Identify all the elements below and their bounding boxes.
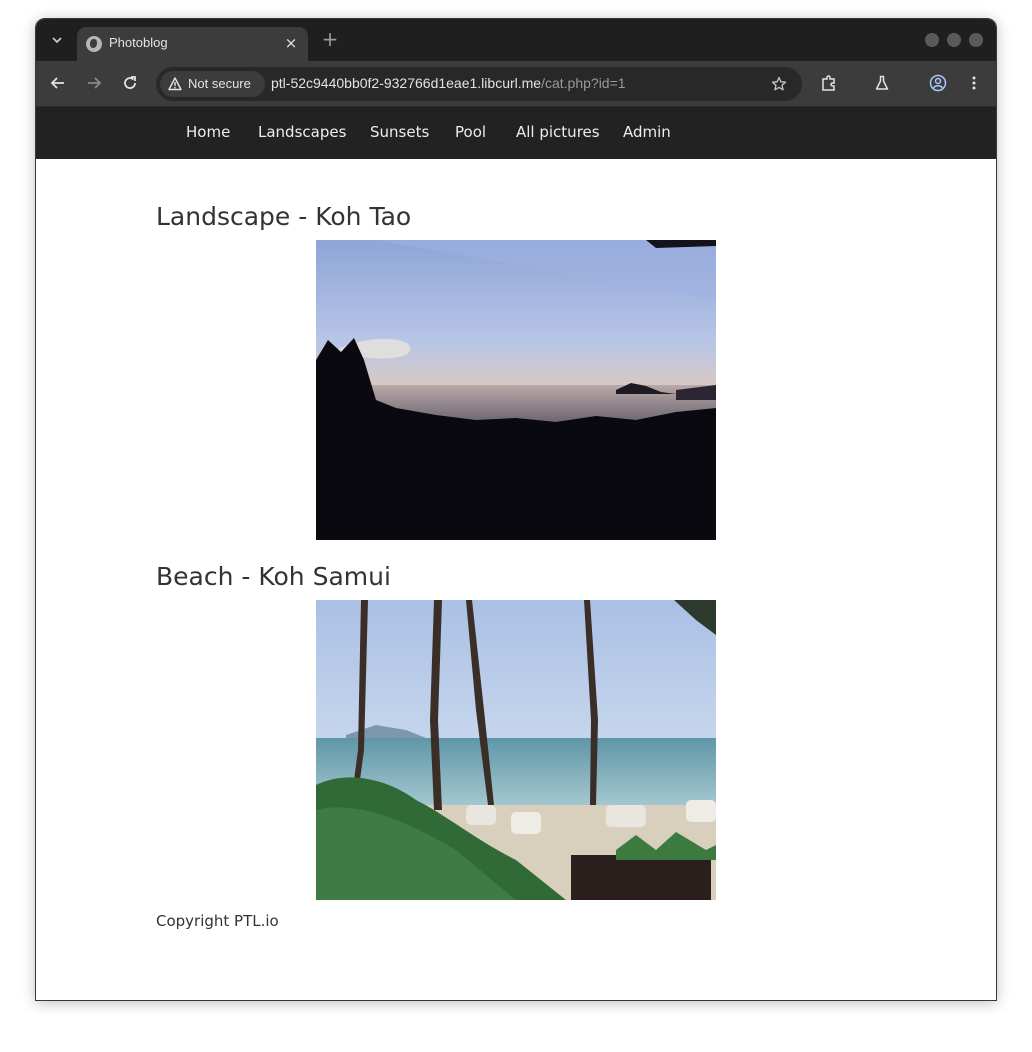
browser-toolbar: Not secure ptl-52c9440bb0f2-932766d1eae1…: [36, 61, 996, 107]
browser-window: Photoblog × + Not secure ptl-52c9440bb0f…: [35, 18, 997, 1001]
nav-home[interactable]: Home: [186, 123, 230, 141]
close-icon[interactable]: ×: [282, 34, 300, 52]
arrow-right-icon[interactable]: [81, 70, 107, 96]
post-title: Landscape - Koh Tao: [156, 202, 412, 231]
tab-strip: Photoblog × +: [36, 19, 996, 61]
url-path: /cat.php?id=1: [541, 75, 626, 91]
reload-icon[interactable]: [117, 70, 143, 96]
minimize-button[interactable]: [925, 33, 939, 47]
star-icon[interactable]: [768, 73, 790, 95]
account-icon[interactable]: [925, 70, 951, 96]
tab-title: Photoblog: [109, 35, 168, 50]
new-tab-button[interactable]: +: [319, 29, 341, 51]
flask-icon[interactable]: [869, 70, 895, 96]
security-label: Not secure: [188, 76, 251, 91]
address-bar[interactable]: Not secure ptl-52c9440bb0f2-932766d1eae1…: [156, 67, 802, 101]
close-window-button[interactable]: [969, 33, 983, 47]
chevron-down-icon[interactable]: [46, 29, 68, 51]
arrow-left-icon[interactable]: [45, 70, 71, 96]
photo-beach-koh-samui[interactable]: [316, 600, 716, 900]
nav-pool[interactable]: Pool: [455, 123, 486, 141]
puzzle-icon[interactable]: [816, 70, 842, 96]
photo-landscape-koh-tao[interactable]: [316, 240, 716, 540]
warning-icon: [168, 77, 182, 91]
nav-landscapes[interactable]: Landscapes: [258, 123, 346, 141]
globe-icon: [86, 36, 102, 52]
footer-copyright: Copyright PTL.io: [156, 912, 279, 930]
security-chip[interactable]: Not secure: [160, 71, 265, 97]
maximize-button[interactable]: [947, 33, 961, 47]
site-navbar: Home Landscapes Sunsets Pool All picture…: [36, 107, 996, 159]
url-host: ptl-52c9440bb0f2-932766d1eae1.libcurl.me: [271, 75, 542, 91]
nav-all-pictures[interactable]: All pictures: [516, 123, 600, 141]
url-text[interactable]: ptl-52c9440bb0f2-932766d1eae1.libcurl.me…: [271, 75, 626, 91]
nav-sunsets[interactable]: Sunsets: [370, 123, 429, 141]
nav-admin[interactable]: Admin: [623, 123, 671, 141]
kebab-menu-icon[interactable]: [961, 70, 987, 96]
tab-photoblog[interactable]: Photoblog ×: [77, 27, 308, 61]
post-title: Beach - Koh Samui: [156, 562, 391, 591]
